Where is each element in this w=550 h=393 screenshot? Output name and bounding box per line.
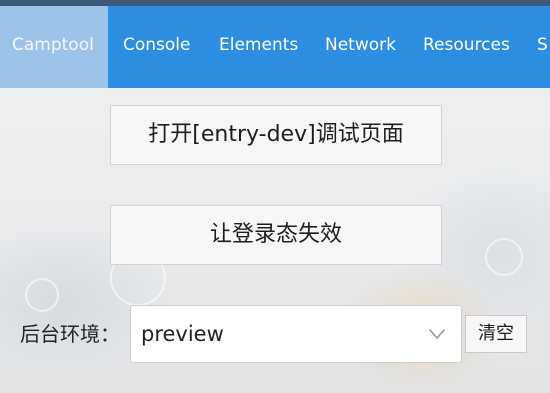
invalidate-login-button[interactable]: 让登录态失效 bbox=[110, 205, 442, 265]
devtools-tab-bar: Camptool Console Elements Network Resour… bbox=[0, 0, 550, 88]
background-bubble bbox=[25, 278, 59, 312]
clear-button[interactable]: 清空 bbox=[465, 315, 527, 353]
tab-sources[interactable]: S bbox=[537, 6, 548, 88]
env-select[interactable]: preview bbox=[130, 305, 462, 363]
tab-camptool[interactable]: Camptool bbox=[0, 6, 108, 88]
env-select-value: preview bbox=[141, 322, 224, 346]
tab-elements[interactable]: Elements bbox=[219, 6, 298, 88]
env-label: 后台环境： bbox=[20, 322, 120, 346]
tab-resources[interactable]: Resources bbox=[423, 6, 510, 88]
chevron-down-icon bbox=[429, 329, 445, 339]
open-debug-page-button[interactable]: 打开[entry-dev]调试页面 bbox=[110, 105, 442, 165]
background-bubble bbox=[485, 238, 523, 276]
tab-network[interactable]: Network bbox=[325, 6, 396, 88]
tab-console[interactable]: Console bbox=[123, 6, 191, 88]
